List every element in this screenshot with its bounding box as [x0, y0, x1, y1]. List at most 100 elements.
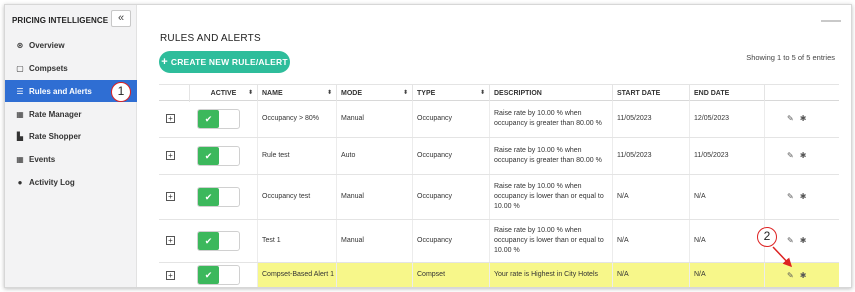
- sidebar-item-events[interactable]: ▦ Events: [5, 148, 137, 170]
- info-icon: ●: [17, 177, 23, 187]
- check-icon: ✔: [198, 232, 219, 250]
- sidebar-item-label: Rate Manager: [29, 109, 82, 119]
- end-date-cell: N/A: [689, 175, 764, 219]
- settings-icon[interactable]: ✱: [800, 236, 807, 245]
- collapse-sidebar-button[interactable]: «: [111, 10, 131, 27]
- expand-row-button[interactable]: +: [166, 114, 175, 123]
- sidebar-item-compsets[interactable]: ▢ Compsets: [5, 57, 137, 79]
- edit-icon[interactable]: ✎: [787, 236, 794, 245]
- col-header-start-date[interactable]: START DATE: [612, 85, 689, 102]
- table-row: + ✔ Compset-Based Alert 1 Compset Your r…: [159, 263, 839, 287]
- start-date-cell: 11/05/2023: [612, 101, 689, 137]
- brand-title: PRICING INTELLIGENCE: [12, 16, 109, 25]
- check-icon: ✔: [198, 147, 219, 165]
- description-cell: Raise rate by 10.00 % when occupancy is …: [489, 101, 612, 137]
- mode-cell: Manual: [336, 175, 412, 219]
- calendar-icon: ▦: [16, 109, 24, 119]
- description-cell: Raise rate by 10.00 % when occupancy is …: [489, 138, 612, 174]
- start-date-cell: N/A: [612, 220, 689, 262]
- edit-icon[interactable]: ✎: [787, 192, 794, 201]
- sidebar-item-label: Rate Shopper: [29, 131, 82, 141]
- sidebar-item-label: Events: [29, 154, 56, 164]
- active-toggle[interactable]: ✔: [197, 265, 240, 285]
- table-header: ACTIVE ⬍ NAME ⬍ MODE ⬍ TYPE ⬍ DESCRIPTIO…: [159, 84, 839, 102]
- copy-icon: ▢: [16, 63, 24, 73]
- create-rule-button[interactable]: + CREATE NEW RULE/ALERT: [159, 51, 290, 73]
- end-date-cell: 12/05/2023: [689, 101, 764, 137]
- table-row: + ✔ Occupancy > 80% Manual Occupancy Rai…: [159, 101, 839, 138]
- start-date-cell: 11/05/2023: [612, 138, 689, 174]
- edit-icon[interactable]: ✎: [787, 151, 794, 160]
- active-toggle[interactable]: ✔: [197, 231, 240, 251]
- col-header-mode[interactable]: MODE ⬍: [336, 85, 412, 102]
- expand-row-button[interactable]: +: [166, 271, 175, 280]
- sort-icon: ⬍: [479, 90, 485, 96]
- settings-icon[interactable]: ✱: [800, 271, 807, 280]
- app-window: PRICING INTELLIGENCE « ⊛ Overview ▢ Comp…: [4, 4, 852, 288]
- type-cell: Occupancy: [412, 101, 489, 137]
- mode-cell: [336, 263, 412, 287]
- table-row: + ✔ Rule test Auto Occupancy Raise rate …: [159, 138, 839, 175]
- col-header-active[interactable]: ACTIVE ⬍: [189, 85, 257, 102]
- description-cell: Raise rate by 10.00 % when occupancy is …: [489, 220, 612, 262]
- sort-icon: ⬍: [247, 90, 253, 96]
- check-icon: ✔: [198, 188, 219, 206]
- settings-icon[interactable]: ✱: [800, 151, 807, 160]
- name-cell: Occupancy test: [257, 175, 336, 219]
- check-icon: ✔: [198, 110, 219, 128]
- type-cell: Occupancy: [412, 220, 489, 262]
- name-cell: Occupancy > 80%: [257, 101, 336, 137]
- calendar-check-icon: ▦: [16, 154, 24, 164]
- callout-2: 2: [757, 227, 777, 247]
- active-toggle[interactable]: ✔: [197, 109, 240, 129]
- end-date-cell: N/A: [689, 220, 764, 262]
- end-date-cell: N/A: [689, 263, 764, 287]
- sidebar-item-rate-shopper[interactable]: ▙ Rate Shopper: [5, 125, 137, 147]
- edit-icon[interactable]: ✎: [787, 271, 794, 280]
- create-rule-label: CREATE NEW RULE/ALERT: [170, 57, 288, 67]
- type-cell: Compset: [412, 263, 489, 287]
- dashboard-icon: ⊛: [16, 40, 24, 50]
- col-header-type[interactable]: TYPE ⬍: [412, 85, 489, 102]
- active-toggle[interactable]: ✔: [197, 187, 240, 207]
- col-header-actions: [764, 85, 839, 102]
- mode-cell: Manual: [336, 101, 412, 137]
- col-header-end-date[interactable]: END DATE: [689, 85, 764, 102]
- col-header-description[interactable]: DESCRIPTION: [489, 85, 612, 102]
- callout-1: 1: [111, 82, 131, 102]
- type-cell: Occupancy: [412, 175, 489, 219]
- expand-row-button[interactable]: +: [166, 151, 175, 160]
- description-cell: Raise rate by 10.00 % when occupancy is …: [489, 175, 612, 219]
- settings-icon[interactable]: ✱: [800, 192, 807, 201]
- sort-icon: ⬍: [326, 90, 332, 96]
- name-cell: Compset-Based Alert 1: [257, 263, 336, 287]
- expand-row-button[interactable]: +: [166, 192, 175, 201]
- sidebar-item-rate-manager[interactable]: ▦ Rate Manager: [5, 103, 137, 125]
- table-row: + ✔ Occupancy test Manual Occupancy Rais…: [159, 175, 839, 220]
- col-header-name[interactable]: NAME ⬍: [257, 85, 336, 102]
- expand-row-button[interactable]: +: [166, 236, 175, 245]
- sort-icon: ⬍: [402, 90, 408, 96]
- sidebar-item-label: Compsets: [29, 63, 68, 73]
- edit-icon[interactable]: ✎: [787, 114, 794, 123]
- sidebar-item-label: Activity Log: [29, 177, 75, 187]
- description-cell: Your rate is Highest in City Hotels: [489, 263, 612, 287]
- end-date-cell: 11/05/2023: [689, 138, 764, 174]
- table-row: + ✔ Test 1 Manual Occupancy Raise rate b…: [159, 220, 839, 263]
- mode-cell: Auto: [336, 138, 412, 174]
- start-date-cell: N/A: [612, 263, 689, 287]
- menu-handle: [821, 20, 841, 22]
- sidebar-item-activity-log[interactable]: ● Activity Log: [5, 171, 137, 193]
- settings-icon[interactable]: ✱: [800, 114, 807, 123]
- start-date-cell: N/A: [612, 175, 689, 219]
- sidebar: PRICING INTELLIGENCE « ⊛ Overview ▢ Comp…: [5, 5, 137, 287]
- entries-count: Showing 1 to 5 of 5 entries: [746, 53, 835, 62]
- list-icon: ☰: [16, 86, 24, 96]
- active-toggle[interactable]: ✔: [197, 146, 240, 166]
- page-title: RULES AND ALERTS: [160, 33, 261, 44]
- sidebar-item-label: Rules and Alerts: [29, 86, 92, 96]
- name-cell: Rule test: [257, 138, 336, 174]
- check-icon: ✔: [198, 266, 219, 284]
- sidebar-item-overview[interactable]: ⊛ Overview: [5, 34, 137, 56]
- mode-cell: Manual: [336, 220, 412, 262]
